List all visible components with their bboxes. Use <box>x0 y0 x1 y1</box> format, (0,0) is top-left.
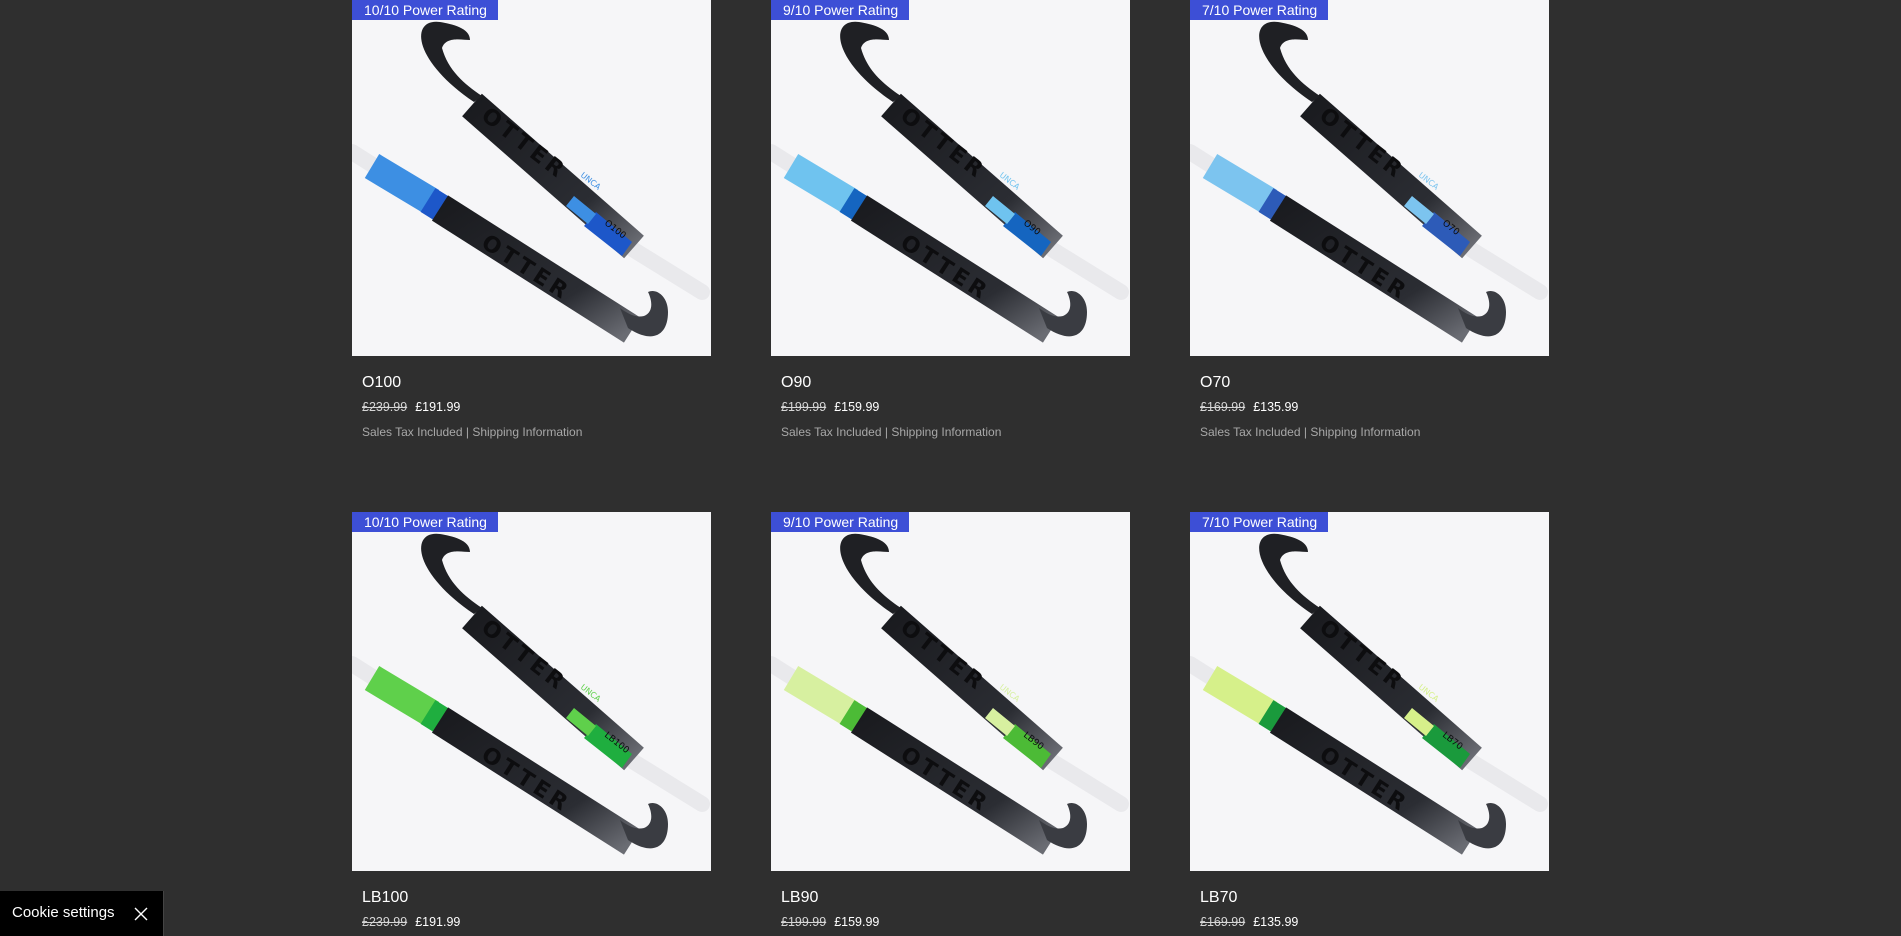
product-image-link[interactable]: 7/10 Power Rating OTTER UNCA O70 OTTER <box>1190 0 1549 356</box>
price-row: £169.99 £135.99 <box>1200 399 1539 415</box>
brand-wordmark: OTTER <box>1314 103 1409 185</box>
hockey-stick-image: OTTER UNCAO100OTTER <box>352 21 710 343</box>
sale-price: £191.99 <box>415 915 461 929</box>
power-rating-ribbon: 7/10 Power Rating <box>1190 512 1329 532</box>
product-card: 10/10 Power Rating OTTER UNCA LB100 OTTER L… <box>352 512 711 930</box>
power-rating-ribbon: 10/10 Power Rating <box>352 0 498 20</box>
product-name[interactable]: O100 <box>362 373 701 393</box>
product-image-link[interactable]: 10/10 Power Rating OTTER UNCA LB100 OTTER <box>352 512 711 871</box>
separator: | <box>1303 425 1307 439</box>
hockey-stick-image: OTTER UNCAO70OTTER <box>1190 21 1548 343</box>
original-price: £169.99 <box>1200 400 1246 414</box>
product-image-link[interactable]: 10/10 Power Rating OTTER UNCA O100 OTTER <box>352 0 711 356</box>
price-row: £239.99 £191.99 <box>362 914 701 930</box>
product-image-link[interactable]: 9/10 Power Rating OTTER UNCA LB90 OTTER <box>771 512 1130 871</box>
hockey-stick-image: OTTER UNCALB90OTTER <box>771 533 1129 855</box>
upper-stick: OTTER UNCAO90 <box>840 21 1129 300</box>
product-name[interactable]: LB70 <box>1200 888 1539 908</box>
product-card: 9/10 Power Rating OTTER UNCA LB90 OTTER LB9… <box>771 512 1130 930</box>
brand-wordmark: OTTER <box>476 103 571 185</box>
hockey-stick-image: OTTER UNCALB100OTTER <box>352 533 710 855</box>
product-card: 7/10 Power Rating OTTER UNCA LB70 OTTER LB7… <box>1190 512 1549 930</box>
shipping-info-link[interactable]: Shipping Information <box>891 425 1001 439</box>
power-rating-ribbon: 10/10 Power Rating <box>352 512 498 532</box>
close-icon[interactable] <box>133 906 149 922</box>
brand-wordmark: OTTER <box>476 615 571 697</box>
price-row: £169.99 £135.99 <box>1200 914 1539 930</box>
hockey-stick-image: OTTER UNCAO90OTTER <box>771 21 1129 343</box>
cookie-settings-bar: Cookie settings <box>0 891 164 936</box>
sale-price: £135.99 <box>1253 915 1299 929</box>
sale-price: £135.99 <box>1253 400 1299 414</box>
original-price: £199.99 <box>781 915 827 929</box>
upper-stick: OTTER UNCALB100 <box>421 533 710 812</box>
sale-price: £159.99 <box>834 915 880 929</box>
original-price: £169.99 <box>1200 915 1246 929</box>
upper-stick: OTTER UNCAO70 <box>1259 21 1548 300</box>
tax-shipping-line: Sales Tax Included | Shipping Informatio… <box>781 425 1120 440</box>
shipping-info-link[interactable]: Shipping Information <box>1310 425 1420 439</box>
brand-wordmark: OTTER <box>895 103 990 185</box>
shipping-info-link[interactable]: Shipping Information <box>472 425 582 439</box>
tax-shipping-line: Sales Tax Included | Shipping Informatio… <box>1200 425 1539 440</box>
original-price: £199.99 <box>781 400 827 414</box>
sale-price: £191.99 <box>415 400 461 414</box>
original-price: £239.99 <box>362 400 408 414</box>
power-rating-ribbon: 7/10 Power Rating <box>1190 0 1329 20</box>
sale-price: £159.99 <box>834 400 880 414</box>
product-image-link[interactable]: 7/10 Power Rating OTTER UNCA LB70 OTTER <box>1190 512 1549 871</box>
price-row: £199.99 £159.99 <box>781 399 1120 415</box>
sales-tax-text: Sales Tax Included <box>781 425 882 439</box>
separator: | <box>884 425 888 439</box>
power-rating-ribbon: 9/10 Power Rating <box>771 512 910 532</box>
brand-wordmark: OTTER <box>1314 615 1409 697</box>
product-card: 7/10 Power Rating OTTER UNCA O70 OTTER O70 … <box>1190 0 1549 440</box>
brand-wordmark: OTTER <box>895 615 990 697</box>
upper-stick: OTTER UNCALB90 <box>840 533 1129 812</box>
product-card: 10/10 Power Rating OTTER UNCA O100 OTTER O1… <box>352 0 711 440</box>
sales-tax-text: Sales Tax Included <box>1200 425 1301 439</box>
hockey-stick-image: OTTER UNCALB70OTTER <box>1190 533 1548 855</box>
product-name[interactable]: LB100 <box>362 888 701 908</box>
cookie-settings-button[interactable]: Cookie settings <box>12 904 115 922</box>
product-name[interactable]: O70 <box>1200 373 1539 393</box>
power-rating-ribbon: 9/10 Power Rating <box>771 0 910 20</box>
original-price: £239.99 <box>362 915 408 929</box>
product-gallery-page: 10/10 Power Rating OTTER UNCA O100 OTTER O1… <box>0 0 1901 936</box>
separator: | <box>465 425 469 439</box>
sales-tax-text: Sales Tax Included <box>362 425 463 439</box>
price-row: £239.99 £191.99 <box>362 399 701 415</box>
upper-stick: OTTER UNCALB70 <box>1259 533 1548 812</box>
product-name[interactable]: O90 <box>781 373 1120 393</box>
price-row: £199.99 £159.99 <box>781 914 1120 930</box>
tax-shipping-line: Sales Tax Included | Shipping Informatio… <box>362 425 701 440</box>
product-image-link[interactable]: 9/10 Power Rating OTTER UNCA O90 OTTER <box>771 0 1130 356</box>
product-name[interactable]: LB90 <box>781 888 1120 908</box>
upper-stick: OTTER UNCAO100 <box>421 21 710 300</box>
product-card: 9/10 Power Rating OTTER UNCA O90 OTTER O90 … <box>771 0 1130 440</box>
